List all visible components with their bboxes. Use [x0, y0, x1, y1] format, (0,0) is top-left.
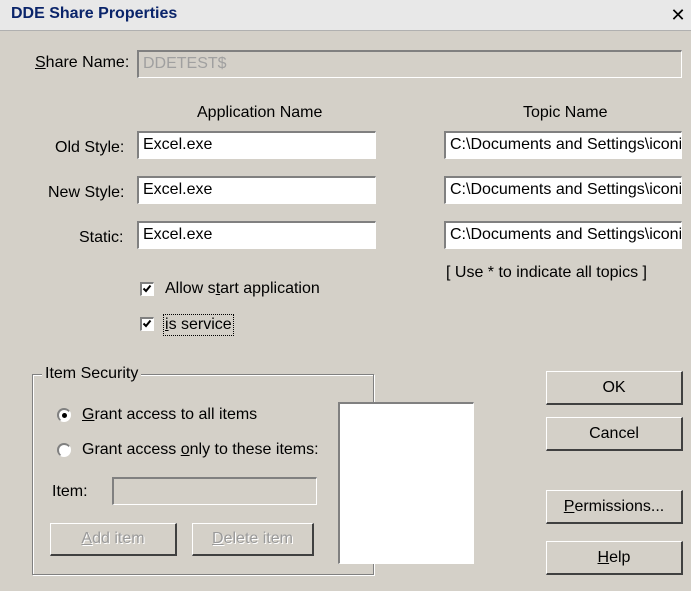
static-topic-input[interactable]: C:\Documents and Settings\iconi: [444, 221, 682, 249]
title-bar: DDE Share Properties ✕: [0, 0, 691, 31]
new-style-app-input[interactable]: Excel.exe: [137, 176, 376, 204]
close-button[interactable]: ✕: [668, 5, 688, 25]
checkmark-icon: [142, 319, 152, 328]
permissions-button[interactable]: Permissions...: [546, 490, 683, 524]
old-style-app-input[interactable]: Excel.exe: [137, 131, 376, 159]
ok-button[interactable]: OK: [546, 371, 683, 405]
application-name-header: Application Name: [197, 104, 323, 121]
share-name-field[interactable]: DDETEST$: [137, 50, 682, 78]
item-security-title: Item Security: [42, 365, 142, 383]
is-service-label[interactable]: is service: [163, 314, 234, 336]
help-button[interactable]: Help: [546, 541, 683, 575]
add-item-label: Add item: [81, 530, 145, 547]
close-icon: ✕: [670, 5, 686, 25]
dde-share-properties-dialog: DDE Share Properties ✕ Share Name: DDETE…: [0, 0, 691, 591]
old-style-label: Old Style:: [55, 139, 125, 156]
grant-some-label[interactable]: Grant access only to these items:: [82, 441, 319, 459]
item-input[interactable]: [112, 477, 317, 505]
allow-start-checkbox[interactable]: [140, 282, 154, 296]
item-label: Item:: [52, 483, 88, 500]
permissions-label: Permissions...: [563, 498, 665, 515]
checkmark-icon: [142, 284, 152, 293]
items-listbox[interactable]: [338, 402, 474, 564]
share-name-label: Share Name:: [35, 54, 130, 71]
cancel-button[interactable]: Cancel: [546, 417, 683, 451]
allow-start-label[interactable]: Allow start application: [165, 280, 320, 298]
topics-hint: [ Use * to indicate all topics ]: [446, 264, 647, 281]
delete-item-label: Delete item: [212, 530, 293, 547]
topic-name-header: Topic Name: [523, 104, 608, 121]
radio-selected-dot: [62, 413, 67, 418]
static-app-input[interactable]: Excel.exe: [137, 221, 376, 249]
share-name-label-rest: hare Name:: [45, 54, 130, 71]
new-style-topic-input[interactable]: C:\Documents and Settings\iconi: [444, 176, 682, 204]
window-title: DDE Share Properties: [11, 5, 178, 22]
grant-some-radio[interactable]: [57, 443, 71, 457]
is-service-checkbox[interactable]: [140, 317, 154, 331]
old-style-topic-input[interactable]: C:\Documents and Settings\iconi: [444, 131, 682, 159]
grant-all-label[interactable]: Grant access to all items: [82, 406, 257, 424]
delete-item-button[interactable]: Delete item: [192, 523, 314, 556]
new-style-label: New Style:: [48, 184, 125, 201]
static-label: Static:: [79, 229, 124, 246]
add-item-button[interactable]: Add item: [50, 523, 177, 556]
help-label: Help: [597, 549, 631, 566]
grant-all-radio[interactable]: [57, 408, 71, 422]
